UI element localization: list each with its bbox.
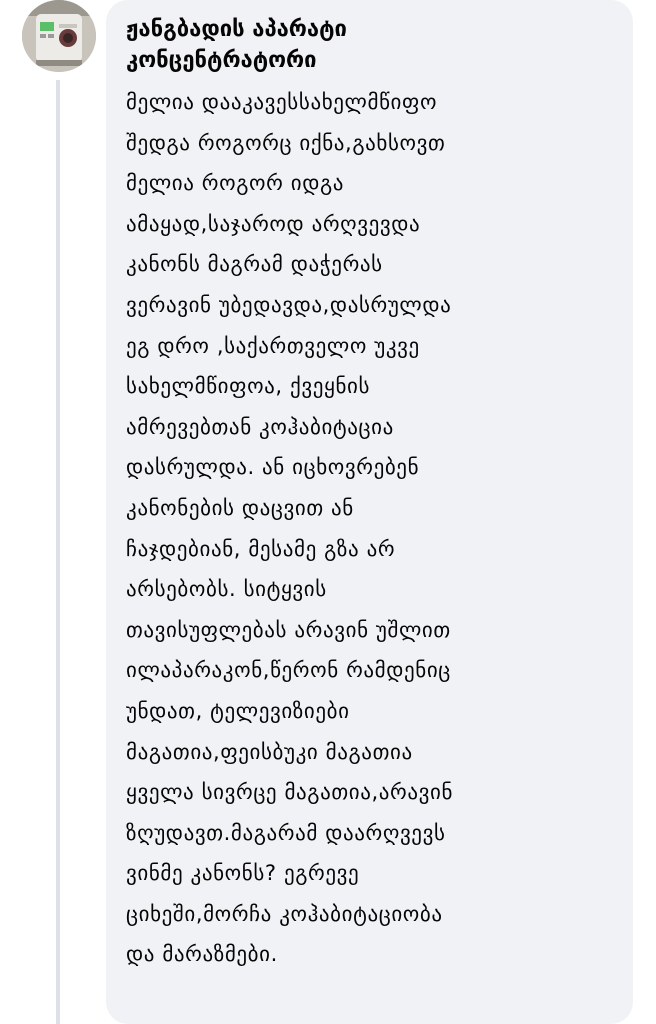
- comment-line: მელია როგორ იდგა: [126, 171, 345, 196]
- comment-line: ციხეში,მორჩა კოჰაბიტაციობა: [126, 901, 443, 926]
- comment-line: მელია დააკავესსახელმწიფო: [126, 90, 438, 114]
- comment-line: ჩაჯდებიან, მესამე გზა არ: [126, 536, 396, 561]
- comment-line: შედგა როგორც იქნა,გახსოვთ: [126, 130, 446, 155]
- avatar[interactable]: [22, 0, 96, 72]
- comment-line: უნდათ, ტელევიზიები: [126, 698, 350, 723]
- comment-line: თავისუფლებას არავინ უშლით: [126, 617, 451, 642]
- comment-line: ილაპარაკონ,წერონ რამდენიც: [126, 658, 451, 683]
- comment-author-name[interactable]: ჟანგბადის აპარატი კონცენტრატორი: [126, 14, 619, 76]
- comment-line: ამაყად,საჯაროდ არღვევდა: [126, 211, 421, 236]
- comment-bubble: ჟანგბადის აპარატი კონცენტრატორი მელია დაა…: [106, 0, 633, 1024]
- comment-line: სახელმწიფოა, ქვეყნის: [126, 374, 371, 399]
- comment-thread: ჟანგბადის აპარატი კონცენტრატორი მელია დაა…: [0, 0, 656, 1024]
- comment-text: მელია დააკავესსახელმწიფო შედგა როგორც იქ…: [126, 82, 619, 975]
- comment-line: კანონს მაგრამ დაჭერას: [126, 252, 383, 277]
- comment-line: დასრულდა. ან იცხოვრებენ: [126, 455, 420, 480]
- comment-line: ყველა სივრცე მაგათია,არავინ: [126, 780, 454, 805]
- comment-line: მაგათია,ფეისბუკი მაგათია: [126, 739, 413, 764]
- reply-thread-line: [56, 80, 60, 1024]
- comment-line: ეგ დრო ,საქართველო უკვე: [126, 333, 420, 358]
- author-name-line-1[interactable]: ჟანგბადის აპარატი: [126, 17, 347, 42]
- author-name-line-2[interactable]: კონცენტრატორი: [126, 48, 317, 73]
- comment-line: ვერავინ უბედავდა,დასრულდა: [126, 292, 452, 317]
- comment-line: კანონების დაცვით ან: [126, 495, 354, 520]
- comment-line: ზღუდავთ.მაგარამ დაარღვევს: [126, 820, 446, 845]
- comment-line: ამრევებთან კოჰაბიტაცია: [126, 414, 394, 439]
- profile-photo-icon: [22, 0, 96, 72]
- comment-line: და მარაზმები.: [126, 942, 278, 967]
- comment-line: ვინმე კანონს? ეგრევე: [126, 861, 360, 886]
- comment-line: არსებობს. სიტყვის: [126, 577, 327, 602]
